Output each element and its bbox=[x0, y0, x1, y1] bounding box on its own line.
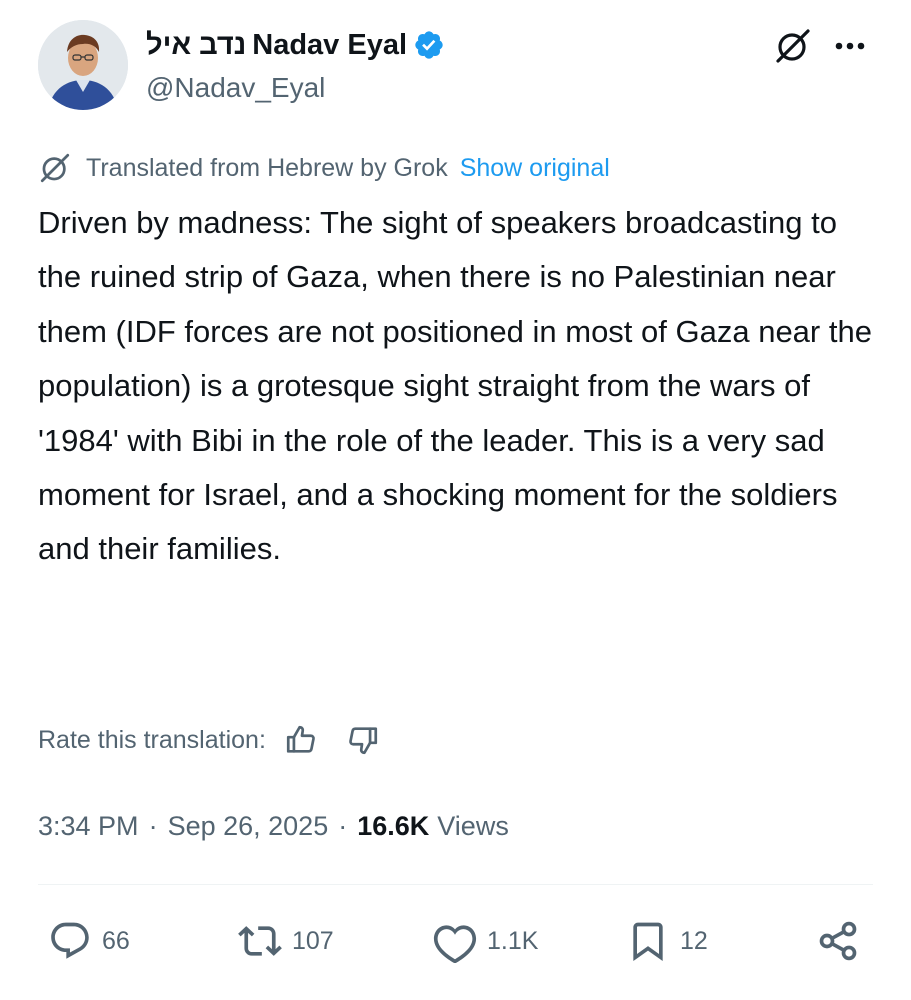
bookmark-icon bbox=[633, 922, 663, 962]
heart-icon bbox=[433, 925, 477, 963]
bookmark-button[interactable]: 12 bbox=[626, 914, 708, 968]
tweet-meta: 3:34 PM · Sep 26, 2025 · 16.6K Views bbox=[38, 806, 509, 846]
repost-icon bbox=[238, 926, 282, 956]
avatar[interactable] bbox=[38, 20, 128, 110]
translation-label: Translated from Hebrew by Grok bbox=[86, 153, 448, 182]
translation-notice: Translated from Hebrew by Grok Show orig… bbox=[38, 150, 610, 186]
avatar-image bbox=[38, 20, 128, 110]
like-count: 1.1K bbox=[487, 926, 539, 955]
bookmark-count: 12 bbox=[680, 926, 708, 955]
reply-button[interactable]: 66 bbox=[48, 914, 130, 968]
grok-icon[interactable] bbox=[773, 26, 813, 66]
thumbs-down-icon[interactable] bbox=[346, 723, 380, 757]
like-button[interactable]: 1.1K bbox=[433, 914, 538, 968]
action-bar: 66 107 1.1K 12 bbox=[38, 914, 873, 968]
meta-separator: · bbox=[148, 810, 158, 841]
tweet-date[interactable]: Sep 26, 2025 bbox=[168, 811, 329, 842]
rate-translation: Rate this translation: bbox=[38, 720, 380, 760]
reply-icon bbox=[51, 922, 89, 959]
thumbs-up-icon[interactable] bbox=[284, 723, 318, 757]
author-display-name[interactable]: Nadav Eyal bbox=[252, 29, 407, 62]
tweet-header: נדב איל Nadav Eyal @Nadav_Eyal bbox=[38, 20, 873, 112]
more-icon[interactable] bbox=[830, 28, 870, 64]
views-label: Views bbox=[437, 810, 509, 841]
repost-count: 107 bbox=[292, 926, 334, 955]
reply-count: 66 bbox=[102, 926, 130, 955]
rate-translation-label: Rate this translation: bbox=[38, 725, 266, 754]
author-hebrew-name[interactable]: נדב איל bbox=[146, 29, 246, 62]
grok-icon bbox=[38, 151, 72, 185]
tweet-time[interactable]: 3:34 PM bbox=[38, 811, 139, 842]
tweet-text: Driven by madness: The sight of speakers… bbox=[38, 205, 872, 567]
verified-badge-icon bbox=[413, 29, 445, 61]
repost-button[interactable]: 107 bbox=[238, 914, 334, 968]
share-button[interactable] bbox=[816, 914, 860, 968]
author-handle[interactable]: @Nadav_Eyal bbox=[146, 72, 325, 104]
meta-separator: · bbox=[338, 810, 348, 841]
divider bbox=[38, 884, 873, 885]
author-name-row[interactable]: נדב איל Nadav Eyal bbox=[146, 26, 445, 64]
views-count: 16.6K bbox=[357, 810, 430, 841]
share-icon bbox=[819, 921, 857, 961]
show-original-link[interactable]: Show original bbox=[460, 154, 610, 183]
